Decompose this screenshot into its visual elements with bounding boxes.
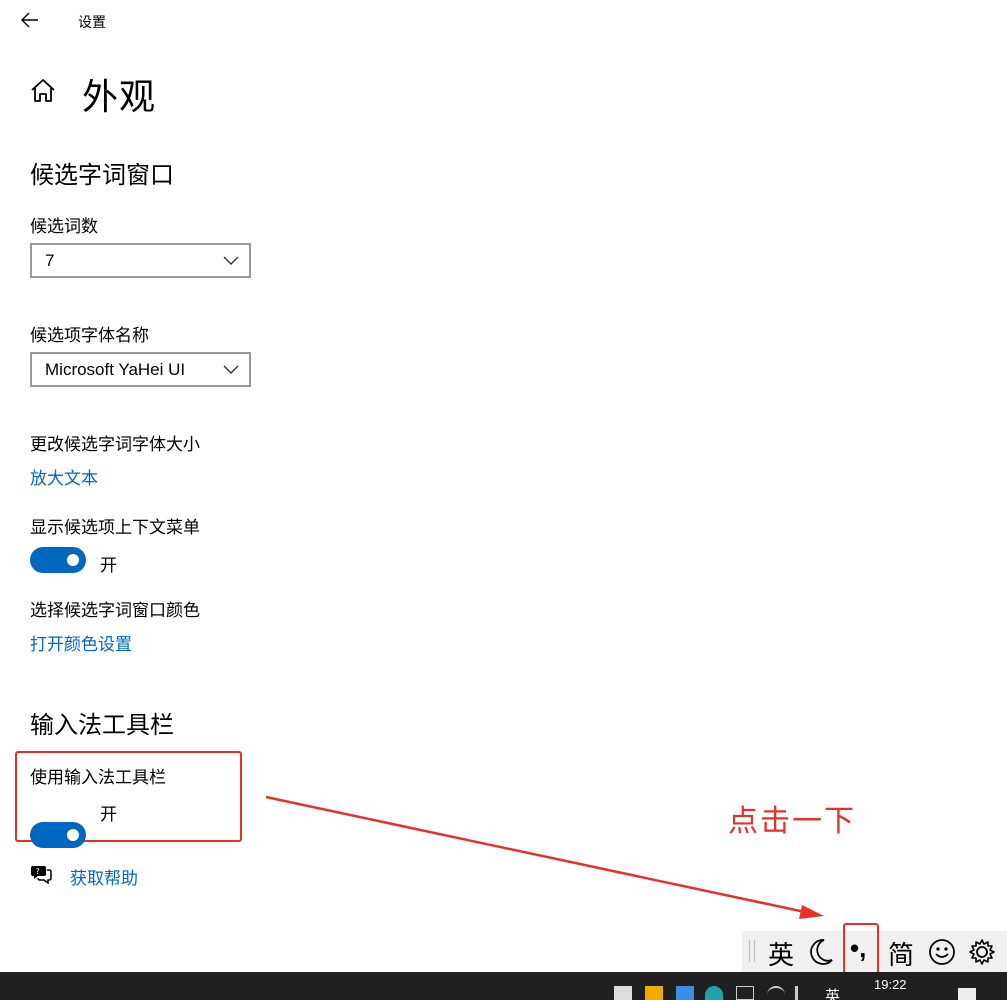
search-tray-icon[interactable]	[676, 986, 694, 1000]
chevron-down-icon	[223, 256, 239, 265]
moon-icon[interactable]	[808, 938, 834, 966]
candidate-count-value: 7	[45, 250, 55, 270]
app-title: 设置	[78, 14, 106, 30]
annotation-arrow	[265, 795, 824, 919]
context-menu-state: 开	[100, 556, 117, 575]
app-tray-icon[interactable]	[645, 986, 663, 1000]
candidate-font-select[interactable]: Microsoft YaHei UI	[30, 352, 251, 387]
get-help-link[interactable]: 获取帮助	[70, 864, 138, 889]
candidate-count-select[interactable]: 7	[30, 243, 251, 278]
context-menu-toggle[interactable]	[30, 547, 86, 573]
context-menu-label: 显示候选项上下文菜单	[30, 518, 200, 537]
svg-text:?: ?	[36, 867, 40, 876]
back-arrow-icon	[21, 12, 38, 28]
back-button[interactable]	[14, 6, 46, 34]
candidate-count-label: 候选词数	[30, 217, 98, 236]
enlarge-text-link[interactable]: 放大文本	[30, 464, 98, 489]
annotation-text: 点击一下	[728, 805, 856, 838]
font-size-label: 更改候选字词字体大小	[30, 435, 200, 454]
battery-icon[interactable]	[736, 986, 754, 1000]
use-toolbar-state: 开	[100, 805, 117, 824]
toolbar-drag-handle[interactable]	[749, 940, 755, 962]
toolbar-section-title: 输入法工具栏	[30, 712, 174, 739]
edge-icon[interactable]	[705, 986, 723, 1000]
ime-floating-toolbar: 英 •, 简	[742, 923, 1007, 974]
ime-language-toggle[interactable]: 英	[768, 935, 794, 972]
security-icon[interactable]	[614, 986, 632, 1000]
window-color-label: 选择候选字词窗口颜色	[30, 601, 200, 620]
wifi-icon[interactable]	[767, 986, 785, 1000]
ime-punctuation-toggle[interactable]: •,	[850, 933, 866, 964]
home-icon[interactable]	[30, 78, 56, 104]
candidate-section-title: 候选字词窗口	[30, 162, 174, 189]
help-chat-icon: ?	[31, 866, 52, 884]
taskbar-ime-indicator[interactable]: 英	[825, 985, 840, 1000]
candidate-font-label: 候选项字体名称	[30, 326, 149, 345]
notification-icon[interactable]	[958, 988, 976, 1000]
chevron-down-icon	[223, 365, 239, 374]
clock[interactable]: 19:22	[874, 977, 907, 992]
volume-icon[interactable]	[795, 986, 813, 1000]
taskbar: 英 19:22	[0, 972, 1007, 1000]
gear-icon[interactable]	[968, 938, 996, 966]
open-color-settings-link[interactable]: 打开颜色设置	[30, 630, 132, 655]
page-title: 外观	[82, 76, 157, 117]
emoji-icon[interactable]	[928, 938, 956, 966]
use-toolbar-toggle[interactable]	[30, 822, 86, 848]
ime-script-toggle[interactable]: 简	[888, 935, 914, 972]
use-toolbar-label: 使用输入法工具栏	[30, 768, 166, 787]
candidate-font-value: Microsoft YaHei UI	[45, 359, 186, 379]
